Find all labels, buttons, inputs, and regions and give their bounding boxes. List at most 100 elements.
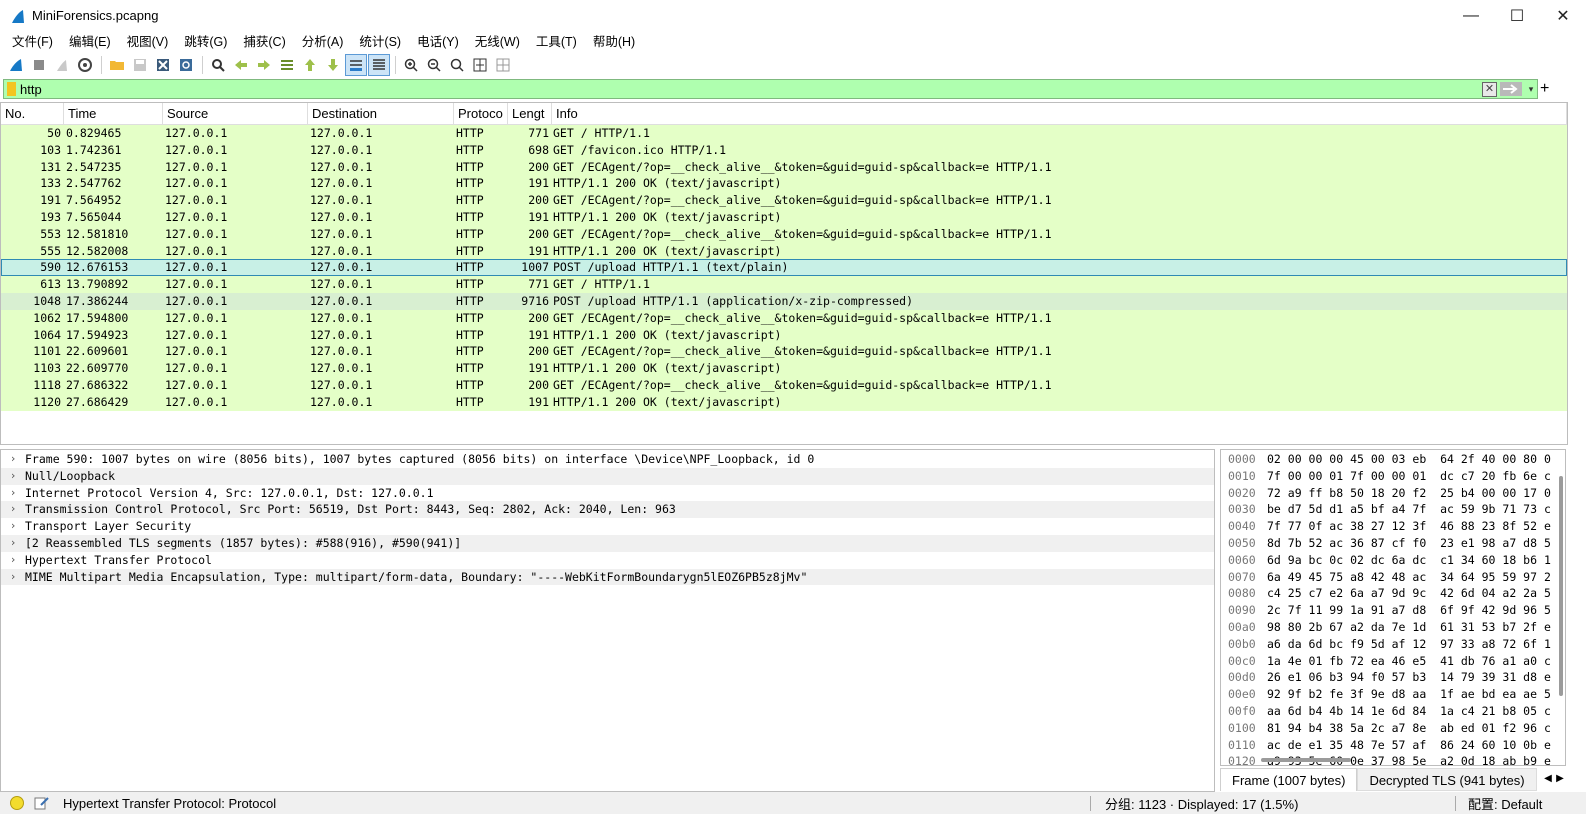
column-no[interactable]: No.: [1, 103, 64, 124]
hex-row[interactable]: 0050 8d 7b 52 ac 36 87 cf f0 23 e1 98 a7 …: [1221, 535, 1565, 552]
hex-row[interactable]: 0100 81 94 b4 38 5a 2c a7 8e ab ed 01 f2 …: [1221, 720, 1565, 737]
menu-file[interactable]: 文件(F): [4, 31, 61, 53]
tab-scroll-right-icon[interactable]: ▶: [1554, 770, 1566, 788]
packet-row[interactable]: 50 0.829465 127.0.0.1 127.0.0.1 HTTP 771 GET /…: [1, 125, 1567, 142]
expand-chevron-icon[interactable]: ›: [1, 552, 25, 569]
packet-row[interactable]: 1120 27.686429 127.0.0.1 127.0.0.1 HTTP 191 HT…: [1, 393, 1567, 411]
resize-columns-icon[interactable]: [469, 54, 491, 76]
hex-row[interactable]: 00e0 92 9f b2 fe 3f 9e d8 aa 1f ae bd ea …: [1221, 686, 1565, 703]
hex-row[interactable]: 0020 72 a9 ff b8 50 18 20 f2 25 b4 00 00 …: [1221, 485, 1565, 502]
detail-tree-item[interactable]: › Transmission Control Protocol, Src Port…: [1, 501, 1214, 519]
tab-scroll-left-icon[interactable]: ◀: [1542, 770, 1554, 788]
close-file-icon[interactable]: [152, 54, 174, 76]
menu-telephony[interactable]: 电话(Y): [409, 31, 467, 53]
go-to-packet-icon[interactable]: [276, 54, 298, 76]
expand-chevron-icon[interactable]: ›: [1, 485, 25, 502]
expand-chevron-icon[interactable]: ›: [1, 468, 25, 485]
packet-row[interactable]: 613 13.790892 127.0.0.1 127.0.0.1 HTTP 771 GET…: [1, 276, 1567, 293]
status-profile[interactable]: 配置: Default: [1468, 794, 1542, 813]
filter-history-dropdown[interactable]: ▾: [1525, 84, 1537, 95]
expand-chevron-icon[interactable]: ›: [1, 501, 25, 518]
packet-row[interactable]: 133 2.547762 127.0.0.1 127.0.0.1 HTTP 191 HTTP…: [1, 175, 1567, 193]
menu-go[interactable]: 跳转(G): [176, 31, 235, 53]
detail-tree-item[interactable]: › MIME Multipart Media Encapsulation, Typ…: [1, 568, 1214, 586]
expert-info-led-icon[interactable]: [10, 796, 24, 810]
find-packet-icon[interactable]: [207, 54, 229, 76]
add-filter-button[interactable]: +: [1540, 79, 1552, 99]
hex-row[interactable]: 00b0 a6 da 6d bc f9 5d af 12 97 33 a8 72 …: [1221, 636, 1565, 653]
packet-row[interactable]: 1062 17.594800 127.0.0.1 127.0.0.1 HTTP 200 GE…: [1, 309, 1567, 327]
expand-chevron-icon[interactable]: ›: [1, 535, 25, 552]
detail-tree-item[interactable]: › Frame 590: 1007 bytes on wire (8056 bit…: [1, 451, 1214, 468]
packet-row[interactable]: 191 7.564952 127.0.0.1 127.0.0.1 HTTP 200 GET …: [1, 192, 1567, 209]
column-time[interactable]: Time: [64, 103, 163, 124]
go-last-icon[interactable]: [322, 54, 344, 76]
menu-tools[interactable]: 工具(T): [528, 31, 585, 53]
packet-row[interactable]: 555 12.582008 127.0.0.1 127.0.0.1 HTTP 191 HTT…: [1, 242, 1567, 260]
clear-filter-icon[interactable]: ✕: [1482, 81, 1497, 97]
column-protocol[interactable]: Protoco: [454, 103, 508, 124]
hex-row[interactable]: 0060 6d 9a bc 0c 02 dc 6a dc c1 34 60 18 …: [1221, 552, 1565, 569]
packet-row[interactable]: 1064 17.594923 127.0.0.1 127.0.0.1 HTTP 191 HT…: [1, 326, 1567, 344]
column-length[interactable]: Lengt: [508, 103, 552, 124]
filter-bookmark-icon[interactable]: [7, 82, 16, 96]
detail-tree-item[interactable]: › [2 Reassembled TLS segments (1857 bytes…: [1, 534, 1214, 552]
packet-row[interactable]: 131 2.547235 127.0.0.1 127.0.0.1 HTTP 200 GET …: [1, 158, 1567, 176]
column-source[interactable]: Source: [163, 103, 308, 124]
stop-square-icon[interactable]: [28, 54, 50, 76]
restart-fin-icon[interactable]: [51, 54, 73, 76]
column-info[interactable]: Info: [552, 103, 1567, 124]
menu-statistics[interactable]: 统计(S): [351, 31, 409, 53]
display-filter-input[interactable]: [20, 81, 1482, 97]
colorize-icon[interactable]: [368, 54, 390, 76]
maximize-button[interactable]: ☐: [1494, 0, 1540, 31]
hex-row[interactable]: 00c0 1a 4e 01 fb 72 ea 46 e5 41 db 76 a1 …: [1221, 653, 1565, 670]
go-forward-arrow-icon[interactable]: [253, 54, 275, 76]
detail-tree-item[interactable]: › Internet Protocol Version 4, Src: 127.0…: [1, 485, 1214, 502]
tab-decrypted-tls[interactable]: Decrypted TLS (941 bytes): [1357, 768, 1537, 791]
menu-help[interactable]: 帮助(H): [585, 31, 643, 53]
go-back-arrow-icon[interactable]: [230, 54, 252, 76]
save-file-icon[interactable]: [129, 54, 151, 76]
apply-filter-arrow-icon[interactable]: [1500, 82, 1522, 96]
hex-row[interactable]: 00a0 98 80 2b 67 a2 da 7e 1d 61 31 53 b7 …: [1221, 619, 1565, 636]
capture-comment-edit-icon[interactable]: [34, 796, 50, 810]
layout-grid-icon[interactable]: [492, 54, 514, 76]
bytes-vertical-scrollbar[interactable]: [1559, 476, 1563, 696]
autoscroll-icon[interactable]: [345, 54, 367, 76]
packet-row[interactable]: 1118 27.686322 127.0.0.1 127.0.0.1 HTTP 200 GE…: [1, 376, 1567, 394]
menu-edit[interactable]: 编辑(E): [61, 31, 119, 53]
hex-row[interactable]: 00d0 26 e1 06 b3 94 f0 57 b3 14 79 39 31 …: [1221, 669, 1565, 686]
expand-chevron-icon[interactable]: ›: [1, 569, 25, 586]
hex-row[interactable]: 0010 7f 00 00 01 7f 00 00 01 dc c7 20 fb …: [1221, 468, 1565, 485]
close-button[interactable]: ✕: [1540, 0, 1586, 31]
hex-row[interactable]: 0070 6a 49 45 75 a8 42 48 ac 34 64 95 59 …: [1221, 569, 1565, 586]
packet-row[interactable]: 1101 22.609601 127.0.0.1 127.0.0.1 HTTP 200 GE…: [1, 343, 1567, 361]
zoom-out-icon[interactable]: [423, 54, 445, 76]
packet-row[interactable]: 553 12.581810 127.0.0.1 127.0.0.1 HTTP 200 GET…: [1, 225, 1567, 243]
menu-view[interactable]: 视图(V): [119, 31, 177, 53]
menu-analyze[interactable]: 分析(A): [294, 31, 352, 53]
column-destination[interactable]: Destination: [308, 103, 454, 124]
shark-fin-start-icon[interactable]: [5, 54, 27, 76]
packet-row[interactable]: 1103 22.609770 127.0.0.1 127.0.0.1 HTTP 191 HT…: [1, 360, 1567, 377]
menu-capture[interactable]: 捕获(C): [235, 31, 293, 53]
open-folder-icon[interactable]: [106, 54, 128, 76]
hex-row[interactable]: 0080 c4 25 c7 e2 6a a7 9d 9c 42 6d 04 a2 …: [1221, 585, 1565, 602]
packet-row[interactable]: 590 12.676153 127.0.0.1 127.0.0.1 HTTP 1007 PO…: [1, 259, 1567, 277]
packet-row[interactable]: 193 7.565044 127.0.0.1 127.0.0.1 HTTP 191 HTTP…: [1, 208, 1567, 226]
detail-tree-item[interactable]: › Hypertext Transfer Protocol: [1, 552, 1214, 569]
hex-row[interactable]: 0040 7f 77 0f ac 38 27 12 3f 46 88 23 8f …: [1221, 518, 1565, 535]
reload-file-icon[interactable]: [175, 54, 197, 76]
detail-tree-item[interactable]: › Null/Loopback: [1, 467, 1214, 485]
hex-row[interactable]: 0110 ac de e1 35 48 7e 57 af 86 24 60 10 …: [1221, 737, 1565, 754]
go-first-icon[interactable]: [299, 54, 321, 76]
expand-chevron-icon[interactable]: ›: [1, 451, 25, 468]
zoom-in-icon[interactable]: [400, 54, 422, 76]
hex-row[interactable]: 0030 be d7 5d d1 a5 bf a4 7f ac 59 9b 71 …: [1221, 501, 1565, 518]
hex-row[interactable]: 0090 2c 7f 11 99 1a 91 a7 d8 6f 9f 42 9d …: [1221, 602, 1565, 619]
hex-row[interactable]: 0000 02 00 00 00 45 00 03 eb 64 2f 40 00 …: [1221, 451, 1565, 468]
capture-options-gear-icon[interactable]: [74, 54, 96, 76]
hex-row[interactable]: 00f0 aa 6d b4 4b 14 1e 6d 84 1a c4 21 b8 …: [1221, 703, 1565, 720]
detail-tree-item[interactable]: › Transport Layer Security: [1, 518, 1214, 535]
